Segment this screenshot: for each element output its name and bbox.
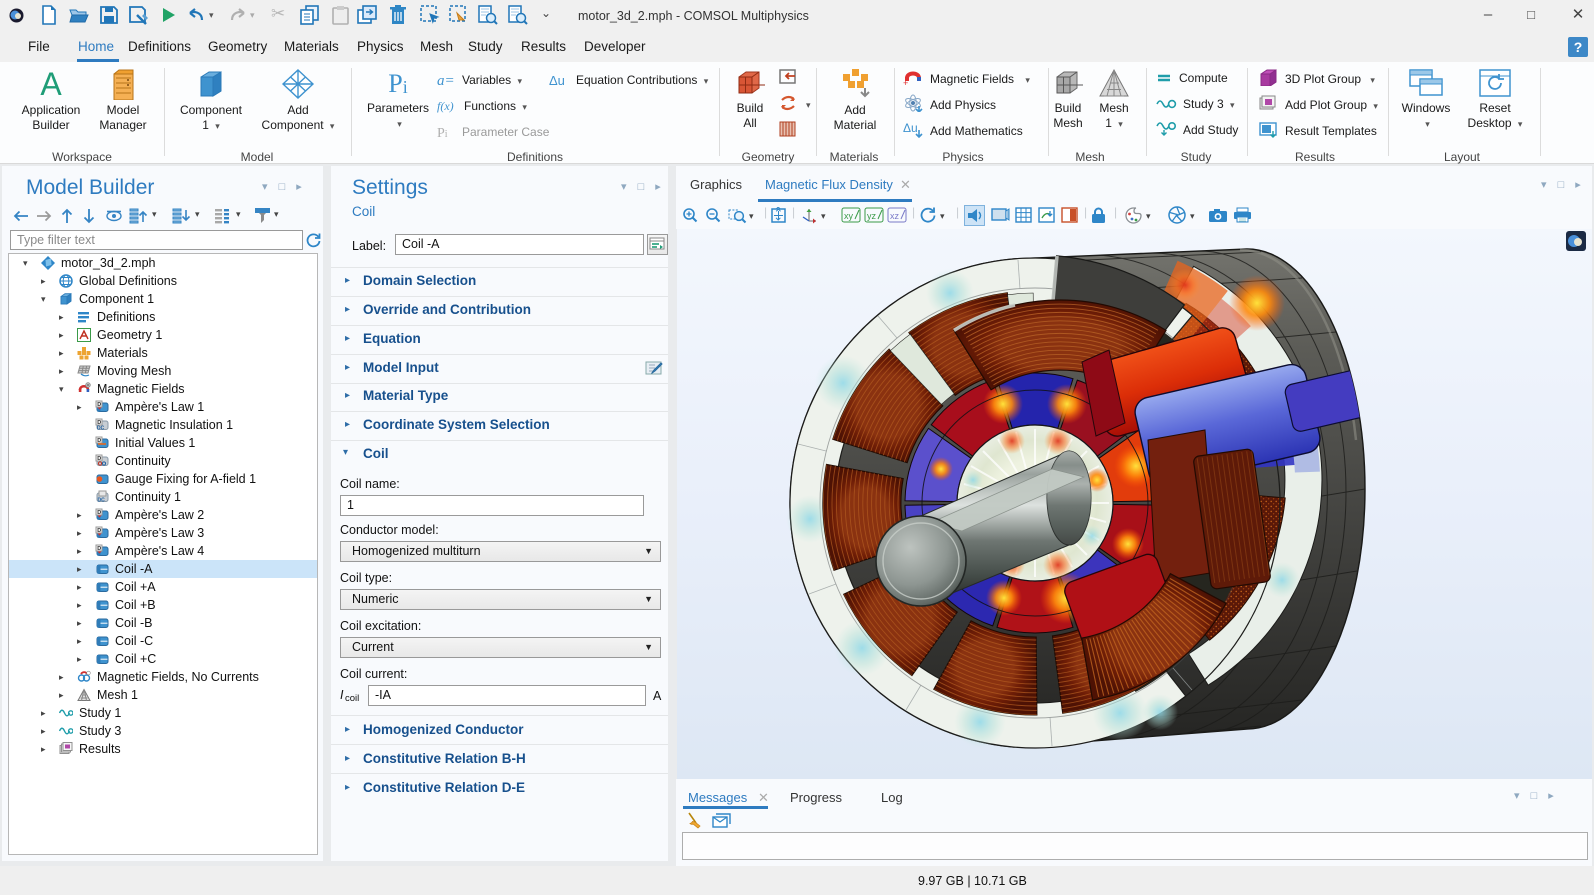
svg-text:+: + xyxy=(903,78,908,86)
svg-text:xy: xy xyxy=(844,211,854,221)
svg-text:Pi: Pi xyxy=(388,69,407,98)
svg-text:xz: xz xyxy=(890,211,900,221)
svg-text:D: D xyxy=(97,402,101,408)
svg-text:D: D xyxy=(97,438,101,444)
svg-text:D: D xyxy=(97,456,101,462)
svg-text:A: A xyxy=(40,68,62,100)
svg-text:D: D xyxy=(97,528,101,534)
svg-text:D: D xyxy=(97,546,101,552)
svg-text:Pi: Pi xyxy=(437,126,448,139)
svg-text:DC: DC xyxy=(98,498,106,504)
svg-text:D: D xyxy=(97,510,101,516)
svg-text:Δu: Δu xyxy=(903,121,918,135)
svg-text:DC: DC xyxy=(97,426,105,432)
svg-text:a=: a= xyxy=(437,73,455,87)
svg-text:_: _ xyxy=(916,79,923,86)
svg-text:Δu: Δu xyxy=(549,73,565,87)
svg-text:f(x): f(x) xyxy=(437,99,454,113)
svg-text:yz: yz xyxy=(867,211,877,221)
